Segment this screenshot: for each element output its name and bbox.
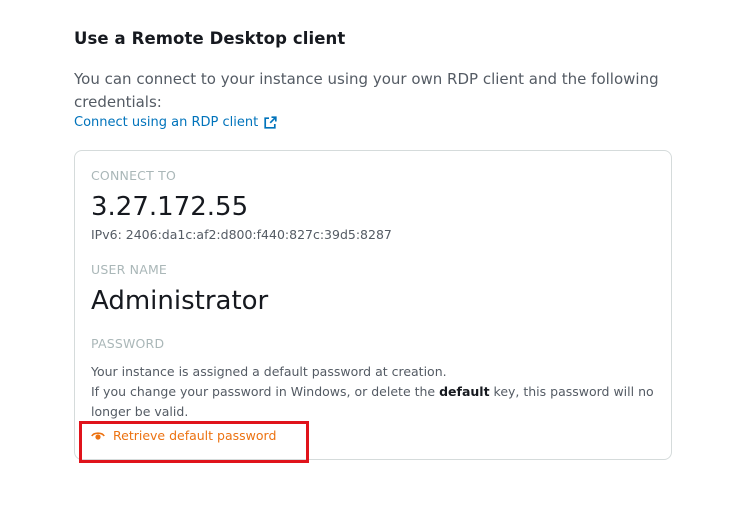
- default-key-name: default: [439, 384, 490, 399]
- password-info: Your instance is assigned a default pass…: [91, 362, 666, 422]
- user-name-label: USER NAME: [91, 262, 168, 277]
- rdp-connect-panel: Use a Remote Desktop client You can conn…: [0, 0, 750, 528]
- retrieve-default-password-label: Retrieve default password: [113, 428, 277, 443]
- public-ip-value: 3.27.172.55: [91, 192, 249, 222]
- password-info-line1: Your instance is assigned a default pass…: [91, 364, 447, 379]
- external-link-icon: [264, 116, 277, 129]
- retrieve-default-password-link[interactable]: Retrieve default password: [91, 428, 276, 443]
- section-title: Use a Remote Desktop client: [74, 29, 346, 48]
- password-label: PASSWORD: [91, 336, 165, 351]
- connect-rdp-link-label: Connect using an RDP client: [74, 115, 259, 130]
- password-info-line2: If you change your password in Windows, …: [91, 384, 654, 419]
- user-name-value: Administrator: [91, 286, 269, 316]
- connect-to-label: CONNECT TO: [91, 168, 176, 183]
- eye-icon: [91, 431, 105, 441]
- ipv6-value: IPv6: 2406:da1c:af2:d800:f440:827c:39d5:…: [91, 227, 392, 242]
- connect-rdp-link[interactable]: Connect using an RDP client: [74, 115, 277, 130]
- section-description: You can connect to your instance using y…: [74, 70, 659, 111]
